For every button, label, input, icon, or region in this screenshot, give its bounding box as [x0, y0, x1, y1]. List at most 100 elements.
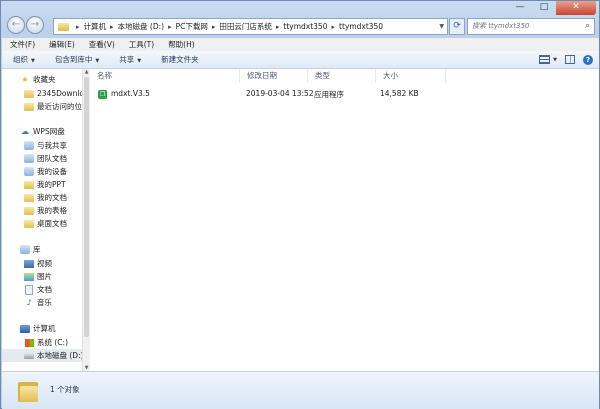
sidebar-item-my-sheets[interactable]: 我的表格 — [2, 204, 67, 217]
maximize-button[interactable]: □ — [532, 1, 556, 15]
menu-edit[interactable]: 编辑(E) — [41, 39, 81, 50]
minimize-button[interactable]: — — [508, 1, 532, 15]
search-box[interactable]: ⌕ — [467, 18, 595, 35]
breadcrumb-pc-download[interactable]: PC下载网 — [176, 21, 208, 32]
sidebar-item-videos[interactable]: 视频 — [2, 257, 52, 270]
back-button[interactable]: ← — [7, 16, 25, 34]
chevron-right-icon[interactable]: ▸ — [76, 23, 80, 31]
include-in-library-button[interactable]: 包含到库中 ▼ — [44, 54, 108, 65]
menu-view[interactable]: 查看(V) — [81, 39, 121, 50]
breadcrumb-drive-d[interactable]: 本地磁盘 (D:) — [118, 21, 165, 32]
breadcrumb-store-system[interactable]: 田田云门店系统 — [219, 21, 272, 32]
sidebar-wps-drive[interactable]: ☁ WPS网盘 — [2, 125, 65, 138]
sidebar-item-my-ppt[interactable]: 我的PPT — [2, 178, 66, 191]
forward-button[interactable]: → — [26, 16, 44, 34]
chevron-down-icon[interactable]: ▼ — [439, 23, 444, 30]
file-date: 2019-03-04 13:52 — [246, 89, 314, 98]
sidebar-favorites[interactable]: ★ 收藏夹 — [2, 73, 56, 86]
chevron-right-icon[interactable]: ▸ — [168, 23, 172, 31]
folder-icon — [24, 180, 34, 189]
application-icon: ❐ — [98, 89, 107, 99]
sidebar-item-music[interactable]: ♪ 音乐 — [2, 296, 52, 309]
sidebar-item-my-devices[interactable]: 我的设备 — [2, 165, 67, 178]
table-row[interactable]: ❐ mdxt.V3.5 2019-03-04 13:52 应用程序 14,582 … — [90, 87, 599, 101]
navigation-scrollbar[interactable]: ▲ ▼ — [82, 69, 90, 371]
file-type: 应用程序 — [314, 90, 344, 99]
folder-icon — [24, 206, 34, 215]
recent-places-icon — [24, 102, 34, 111]
sidebar-item-label: 团队文档 — [37, 154, 67, 163]
scroll-up-icon[interactable]: ▲ — [83, 69, 90, 75]
column-header-name[interactable]: 名称 — [90, 69, 240, 83]
explorer-window: — □ ✕ ← → ▸ 计算机 ▸ 本地磁盘 (D:) ▸ PC下载网 ▸ 田田… — [0, 0, 600, 409]
sidebar-group-label: WPS网盘 — [33, 127, 65, 136]
sidebar-item-label: 视频 — [37, 259, 52, 268]
folder-icon — [24, 219, 34, 228]
chevron-right-icon[interactable]: ▸ — [331, 23, 335, 31]
chevron-right-icon[interactable]: ▸ — [276, 23, 280, 31]
view-details-icon[interactable] — [539, 55, 551, 64]
sidebar-item-label: 我的文档 — [37, 193, 67, 202]
column-header-type[interactable]: 类型 — [308, 69, 376, 83]
chevron-down-icon: ▼ — [95, 58, 100, 64]
organize-label: 组织 — [13, 55, 28, 64]
sidebar-item-recent-places[interactable]: 最近访问的位置 — [2, 100, 82, 113]
sidebar-item-pictures[interactable]: 图片 — [2, 270, 52, 283]
breadcrumb-computer[interactable]: 计算机 — [84, 21, 107, 32]
organize-button[interactable]: 组织 ▼ — [2, 54, 44, 65]
file-size: 14,582 KB — [380, 89, 419, 98]
menu-tools[interactable]: 工具(T) — [121, 39, 160, 50]
sidebar-item-2345downloads[interactable]: 2345Downloads — [2, 87, 82, 100]
menu-file[interactable]: 文件(F) — [2, 39, 41, 50]
menu-bar: 文件(F) 编辑(E) 查看(V) 工具(T) 帮助(H) — [2, 38, 599, 51]
sidebar-computer[interactable]: 计算机 — [2, 322, 56, 335]
search-input[interactable] — [468, 19, 580, 33]
file-list-pane: 名称 修改日期 类型 大小 ❐ mdxt.V3.5 2019-03-04 13:5… — [90, 69, 599, 371]
menu-help[interactable]: 帮助(H) — [160, 39, 201, 50]
refresh-button[interactable]: ⟳ — [449, 18, 465, 35]
address-bar[interactable]: ▸ 计算机 ▸ 本地磁盘 (D:) ▸ PC下载网 ▸ 田田云门店系统 ▸ tt… — [53, 18, 448, 35]
sidebar-item-label: 音乐 — [37, 298, 52, 307]
column-header-size[interactable]: 大小 — [376, 69, 446, 83]
sidebar-item-desktop-docs[interactable]: 桌面文档 — [2, 217, 67, 230]
item-count: 1 个对象 — [50, 385, 80, 394]
column-header-date[interactable]: 修改日期 — [240, 69, 308, 83]
picture-icon — [24, 272, 34, 281]
sidebar-item-documents[interactable]: 文档 — [2, 283, 52, 296]
share-button[interactable]: 共享 ▼ — [108, 54, 150, 65]
sidebar-item-system-c[interactable]: 系统 (C:) — [2, 336, 68, 349]
chevron-down-icon: ▼ — [137, 58, 142, 64]
sidebar-libraries[interactable]: 库 — [2, 243, 41, 256]
sidebar-item-label: 最近访问的位置 — [37, 102, 82, 111]
device-icon — [24, 167, 34, 176]
sidebar-item-my-docs[interactable]: 我的文档 — [2, 191, 67, 204]
sidebar-item-label: 图片 — [37, 272, 52, 281]
music-icon: ♪ — [26, 298, 32, 307]
sidebar-item-label: 我的表格 — [37, 206, 67, 215]
folder-icon — [24, 89, 34, 98]
file-name: mdxt.V3.5 — [111, 89, 150, 98]
chevron-down-icon: ▼ — [31, 58, 35, 64]
sidebar-item-team-docs[interactable]: 团队文档 — [2, 152, 67, 165]
sidebar-group-label: 收藏夹 — [33, 75, 56, 84]
sidebar-item-label: 本地磁盘 (D:) — [37, 351, 82, 360]
navigation-pane: ★ 收藏夹 2345Downloads 最近访问的位置 ☁ WPS网盘 与我共享… — [2, 69, 82, 371]
chevron-down-icon[interactable]: ▼ — [553, 57, 557, 63]
shared-icon — [24, 141, 34, 150]
breadcrumb-ttymdxt350-parent[interactable]: ttymdxt350 — [283, 22, 327, 31]
breadcrumb-ttymdxt350-current[interactable]: ttymdxt350 — [339, 22, 383, 31]
sidebar-item-label: 文档 — [37, 285, 52, 294]
new-folder-button[interactable]: 新建文件夹 — [150, 54, 208, 65]
chevron-right-icon[interactable]: ▸ — [110, 23, 114, 31]
sidebar-item-local-disk-d[interactable]: 本地磁盘 (D:) — [2, 349, 82, 362]
library-icon — [20, 245, 30, 254]
close-button[interactable]: ✕ — [556, 1, 596, 15]
help-icon[interactable]: ? — [583, 54, 593, 65]
search-icon[interactable]: ⌕ — [585, 21, 590, 31]
scrollbar-thumb[interactable] — [84, 77, 89, 337]
computer-icon — [20, 324, 30, 333]
sidebar-item-shared-with-me[interactable]: 与我共享 — [2, 139, 67, 152]
preview-pane-icon[interactable] — [565, 55, 575, 64]
sidebar-item-label: 桌面文档 — [37, 219, 67, 228]
chevron-right-icon[interactable]: ▸ — [212, 23, 216, 31]
